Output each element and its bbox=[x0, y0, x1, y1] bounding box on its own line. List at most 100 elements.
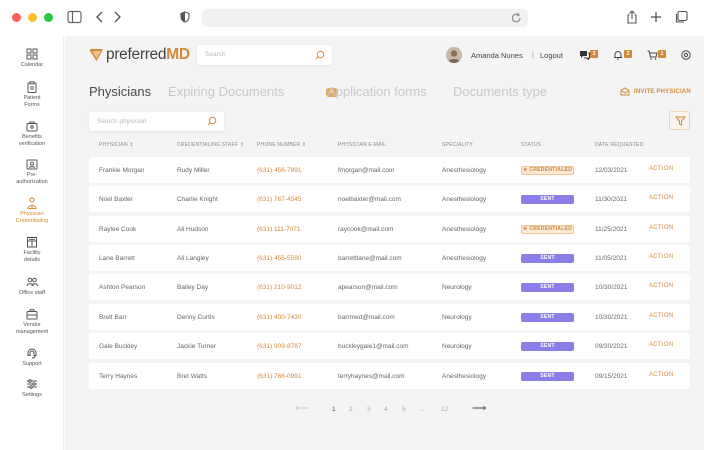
page-2-button[interactable]: 2 bbox=[349, 406, 353, 413]
physician-name[interactable]: Ashton Pearson bbox=[99, 284, 145, 291]
table-row[interactable]: Gale Buckley Jackie Turner (631) 909-878… bbox=[89, 333, 690, 359]
search-placeholder: Search physician bbox=[97, 118, 147, 125]
action-link[interactable]: ACTION bbox=[649, 254, 673, 260]
page-1-button[interactable]: 1 bbox=[332, 406, 336, 413]
bell-icon[interactable] bbox=[613, 50, 623, 60]
column-header-physician-email: PHYSICIAN E-MAIL bbox=[338, 142, 387, 148]
account-settings-icon[interactable] bbox=[681, 50, 691, 60]
page-5-button[interactable]: 5 bbox=[402, 406, 406, 413]
status-badge: SENT bbox=[521, 313, 574, 322]
invite-physician-button[interactable]: INVITE PHYSICIAN bbox=[634, 89, 691, 95]
page-4-button[interactable]: 4 bbox=[384, 406, 388, 413]
back-icon[interactable] bbox=[95, 10, 104, 24]
physician-name[interactable]: Terry Haynes bbox=[99, 373, 137, 380]
physician-name[interactable]: Gale Buckley bbox=[99, 343, 137, 350]
sidebar-item-pre-authorization[interactable]: Pre- authorization bbox=[0, 158, 64, 186]
date-requested: 09/15/2021 bbox=[595, 373, 628, 380]
table-row[interactable]: Lane Barrett Ali Langley (631) 455-5590 … bbox=[89, 245, 690, 271]
sidebar-item-label: Patient Forms bbox=[23, 95, 41, 108]
phone-number-link[interactable]: (631) 455-5590 bbox=[257, 255, 301, 262]
sidebar-item-vendor-management[interactable]: Vendor management bbox=[0, 308, 64, 336]
speciality: Neurology bbox=[442, 284, 472, 291]
briefcase-icon bbox=[26, 121, 38, 132]
address-bar[interactable] bbox=[202, 9, 528, 27]
phone-number-link[interactable]: (631) 400-7430 bbox=[257, 314, 301, 321]
action-link[interactable]: ACTION bbox=[649, 342, 673, 348]
main-content: preferredMD Search Amanda Nunes | Logout… bbox=[65, 36, 704, 450]
sidebar-item-facility-details[interactable]: Facility details bbox=[0, 236, 64, 264]
phone-number-link[interactable]: (631) 909-8787 bbox=[257, 343, 301, 350]
page-12-button[interactable]: 12 bbox=[441, 406, 448, 413]
forward-icon[interactable] bbox=[113, 10, 122, 24]
next-page-button[interactable]: ⟶ bbox=[472, 403, 486, 414]
physician-search-input[interactable]: Search physician bbox=[89, 112, 224, 131]
new-tab-icon[interactable] bbox=[650, 10, 662, 24]
tab-expiring-documents[interactable]: Expiring Documents bbox=[168, 84, 284, 99]
table-row[interactable]: Raylee Cook Ali Hudson (631) 111-7071 ra… bbox=[89, 216, 690, 242]
action-link[interactable]: ACTION bbox=[649, 283, 673, 289]
sidebar-toggle-icon[interactable] bbox=[67, 10, 82, 24]
page-3-button[interactable]: 3 bbox=[367, 406, 371, 413]
sidebar-item-support[interactable]: Support bbox=[0, 347, 64, 368]
physician-name[interactable]: Lane Barrett bbox=[99, 255, 135, 262]
user-name[interactable]: Amanda Nunes bbox=[471, 51, 523, 60]
filter-button[interactable] bbox=[669, 111, 690, 130]
phone-number-link[interactable]: (631) 456-7891 bbox=[257, 167, 301, 174]
physician-name[interactable]: Brett Barr bbox=[99, 314, 127, 321]
action-link[interactable]: ACTION bbox=[649, 225, 673, 231]
sidebar-item-office-staff[interactable]: Office staff bbox=[0, 276, 64, 297]
phone-number-link[interactable]: (631) 766-0991 bbox=[257, 373, 301, 380]
sidebar-item-benefits-verification[interactable]: Benefits verification bbox=[0, 120, 64, 148]
window-minimize-button[interactable] bbox=[28, 13, 37, 22]
sidebar-item-settings[interactable]: Settings bbox=[0, 378, 64, 399]
search-icon[interactable] bbox=[315, 50, 325, 60]
tab-overview-icon[interactable] bbox=[674, 10, 688, 24]
share-icon[interactable] bbox=[626, 10, 638, 24]
phone-number-link[interactable]: (631) 210-9012 bbox=[257, 284, 301, 291]
sidebar-item-physician-credentialing[interactable]: Physician Credentialing bbox=[0, 197, 64, 225]
column-header-physician[interactable]: PHYSICIAN ⇕ bbox=[99, 142, 134, 148]
cart-icon[interactable] bbox=[647, 50, 658, 60]
prev-page-button[interactable]: ⟵ bbox=[295, 403, 309, 414]
action-link[interactable]: ACTION bbox=[649, 372, 673, 378]
phone-number-link[interactable]: (631) 767-4545 bbox=[257, 196, 301, 203]
search-icon[interactable] bbox=[207, 116, 217, 126]
avatar[interactable] bbox=[446, 47, 462, 63]
logout-link[interactable]: Logout bbox=[540, 51, 563, 60]
physician-email: noelbaxter@mail.com bbox=[338, 196, 401, 203]
physician-name[interactable]: Frankie Morgan bbox=[99, 167, 145, 174]
sliders-icon bbox=[27, 379, 37, 389]
sidebar-item-patient-forms[interactable]: Patient Forms bbox=[0, 81, 64, 109]
table-row[interactable]: Noel Baxter Charlie Knight (631) 767-454… bbox=[89, 186, 690, 212]
tab-documents-type[interactable]: Documents type bbox=[453, 84, 547, 99]
window-maximize-button[interactable] bbox=[44, 13, 53, 22]
tab-application-forms[interactable]: Application forms bbox=[327, 84, 427, 99]
reload-icon[interactable] bbox=[511, 12, 522, 24]
table-row[interactable]: Frankie Morgan Rudy Miller (631) 456-789… bbox=[89, 157, 690, 183]
physician-name[interactable]: Raylee Cook bbox=[99, 226, 136, 233]
date-requested: 11/30/2021 bbox=[595, 196, 628, 203]
credentialing-staff: Ali Hudson bbox=[177, 226, 209, 233]
window-close-button[interactable] bbox=[12, 13, 21, 22]
phone-number-link[interactable]: (631) 111-7071 bbox=[257, 226, 301, 233]
logo-text: preferredMD bbox=[106, 46, 190, 63]
messages-icon[interactable] bbox=[579, 50, 590, 60]
global-search-input[interactable]: Search bbox=[197, 45, 332, 65]
app-logo[interactable]: preferredMD bbox=[89, 46, 190, 63]
table-row[interactable]: Ashton Pearson Bailey Day (631) 210-9012… bbox=[89, 274, 690, 300]
vendor-icon bbox=[26, 309, 38, 320]
sidebar-item-calendar[interactable]: Calendar bbox=[0, 48, 64, 69]
column-header-speciality: SPECIALITY bbox=[442, 142, 473, 148]
action-link[interactable]: ACTION bbox=[649, 313, 673, 319]
column-header-phone-number[interactable]: PHONE NUMBER ⇕ bbox=[257, 142, 306, 148]
table-row[interactable]: Terry Haynes Bret Watts (631) 766-0991 t… bbox=[89, 363, 690, 389]
avatar-photo-icon bbox=[446, 47, 462, 63]
action-link[interactable]: ACTION bbox=[649, 166, 673, 172]
physician-name[interactable]: Noel Baxter bbox=[99, 196, 133, 203]
tab-physicians[interactable]: Physicians bbox=[89, 84, 151, 99]
table-row[interactable]: Brett Barr Denny Curtis (631) 400-7430 b… bbox=[89, 304, 690, 330]
action-link[interactable]: ACTION bbox=[649, 195, 673, 201]
invite-mail-icon[interactable] bbox=[620, 87, 630, 96]
column-header-credentialing-staff[interactable]: CREDENTIALING STAFF ⇕ bbox=[177, 142, 244, 148]
date-requested: 09/30/2021 bbox=[595, 343, 628, 350]
